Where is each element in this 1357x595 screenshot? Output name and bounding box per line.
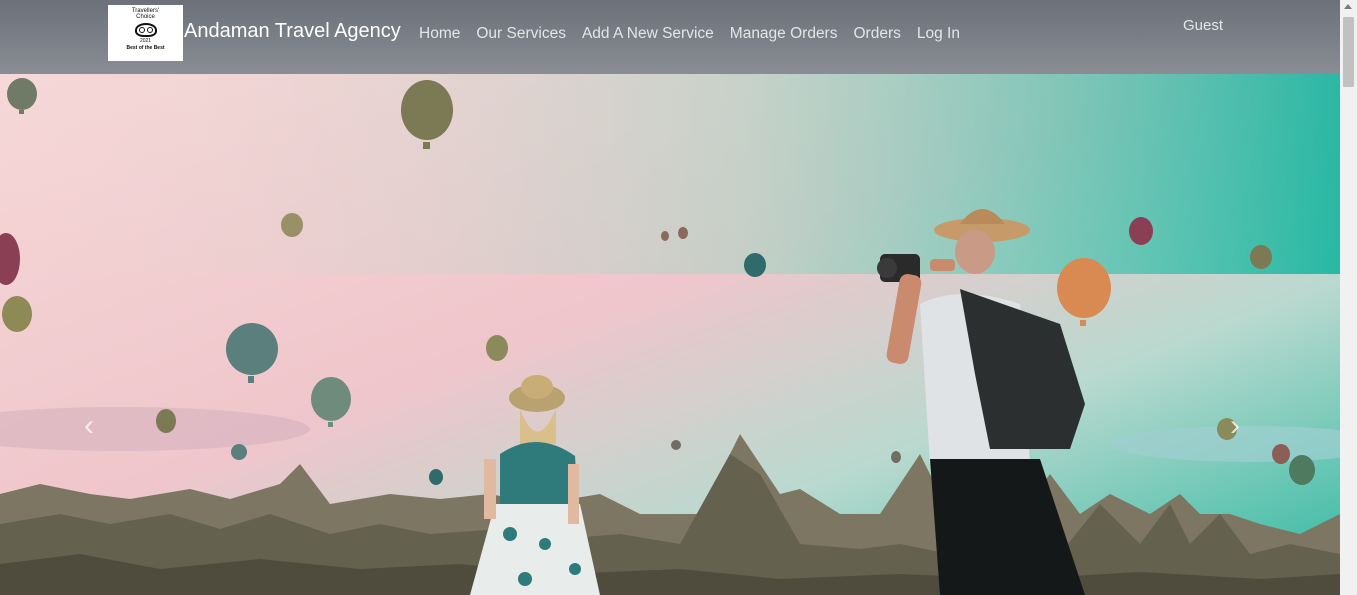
nav-manage-orders[interactable]: Manage Orders xyxy=(730,25,838,43)
brand-name[interactable]: Andaman Travel Agency xyxy=(184,20,401,43)
owl-icon xyxy=(134,23,157,37)
chevron-left-icon: ‹ xyxy=(84,409,94,442)
navbar: Travellers' Choice 2021 Best of the Best… xyxy=(0,0,1340,74)
logo-text-award: Best of the Best xyxy=(126,45,165,51)
page-scrollbar[interactable] xyxy=(1340,0,1357,595)
nav-orders[interactable]: Orders xyxy=(853,25,900,43)
carousel-prev-button[interactable]: ‹ xyxy=(84,411,104,441)
logo-text-line2: Choice xyxy=(136,14,155,20)
hero-carousel: ‹ › xyxy=(0,74,1340,595)
hero-image xyxy=(0,74,1340,595)
scroll-up-arrow-icon[interactable] xyxy=(1344,4,1352,9)
main-nav: Home Our Services Add A New Service Mana… xyxy=(419,25,976,43)
carousel-next-button[interactable]: › xyxy=(1230,411,1250,441)
logo-text-year: 2021 xyxy=(139,38,152,44)
nav-log-in[interactable]: Log In xyxy=(917,25,960,43)
brand-logo[interactable]: Travellers' Choice 2021 Best of the Best xyxy=(108,5,183,61)
nav-home[interactable]: Home xyxy=(419,25,460,43)
chevron-right-icon: › xyxy=(1230,409,1240,442)
scrollbar-thumb[interactable] xyxy=(1343,17,1354,87)
nav-our-services[interactable]: Our Services xyxy=(476,25,566,43)
user-label: Guest xyxy=(1183,17,1224,34)
nav-add-service[interactable]: Add A New Service xyxy=(582,25,714,43)
